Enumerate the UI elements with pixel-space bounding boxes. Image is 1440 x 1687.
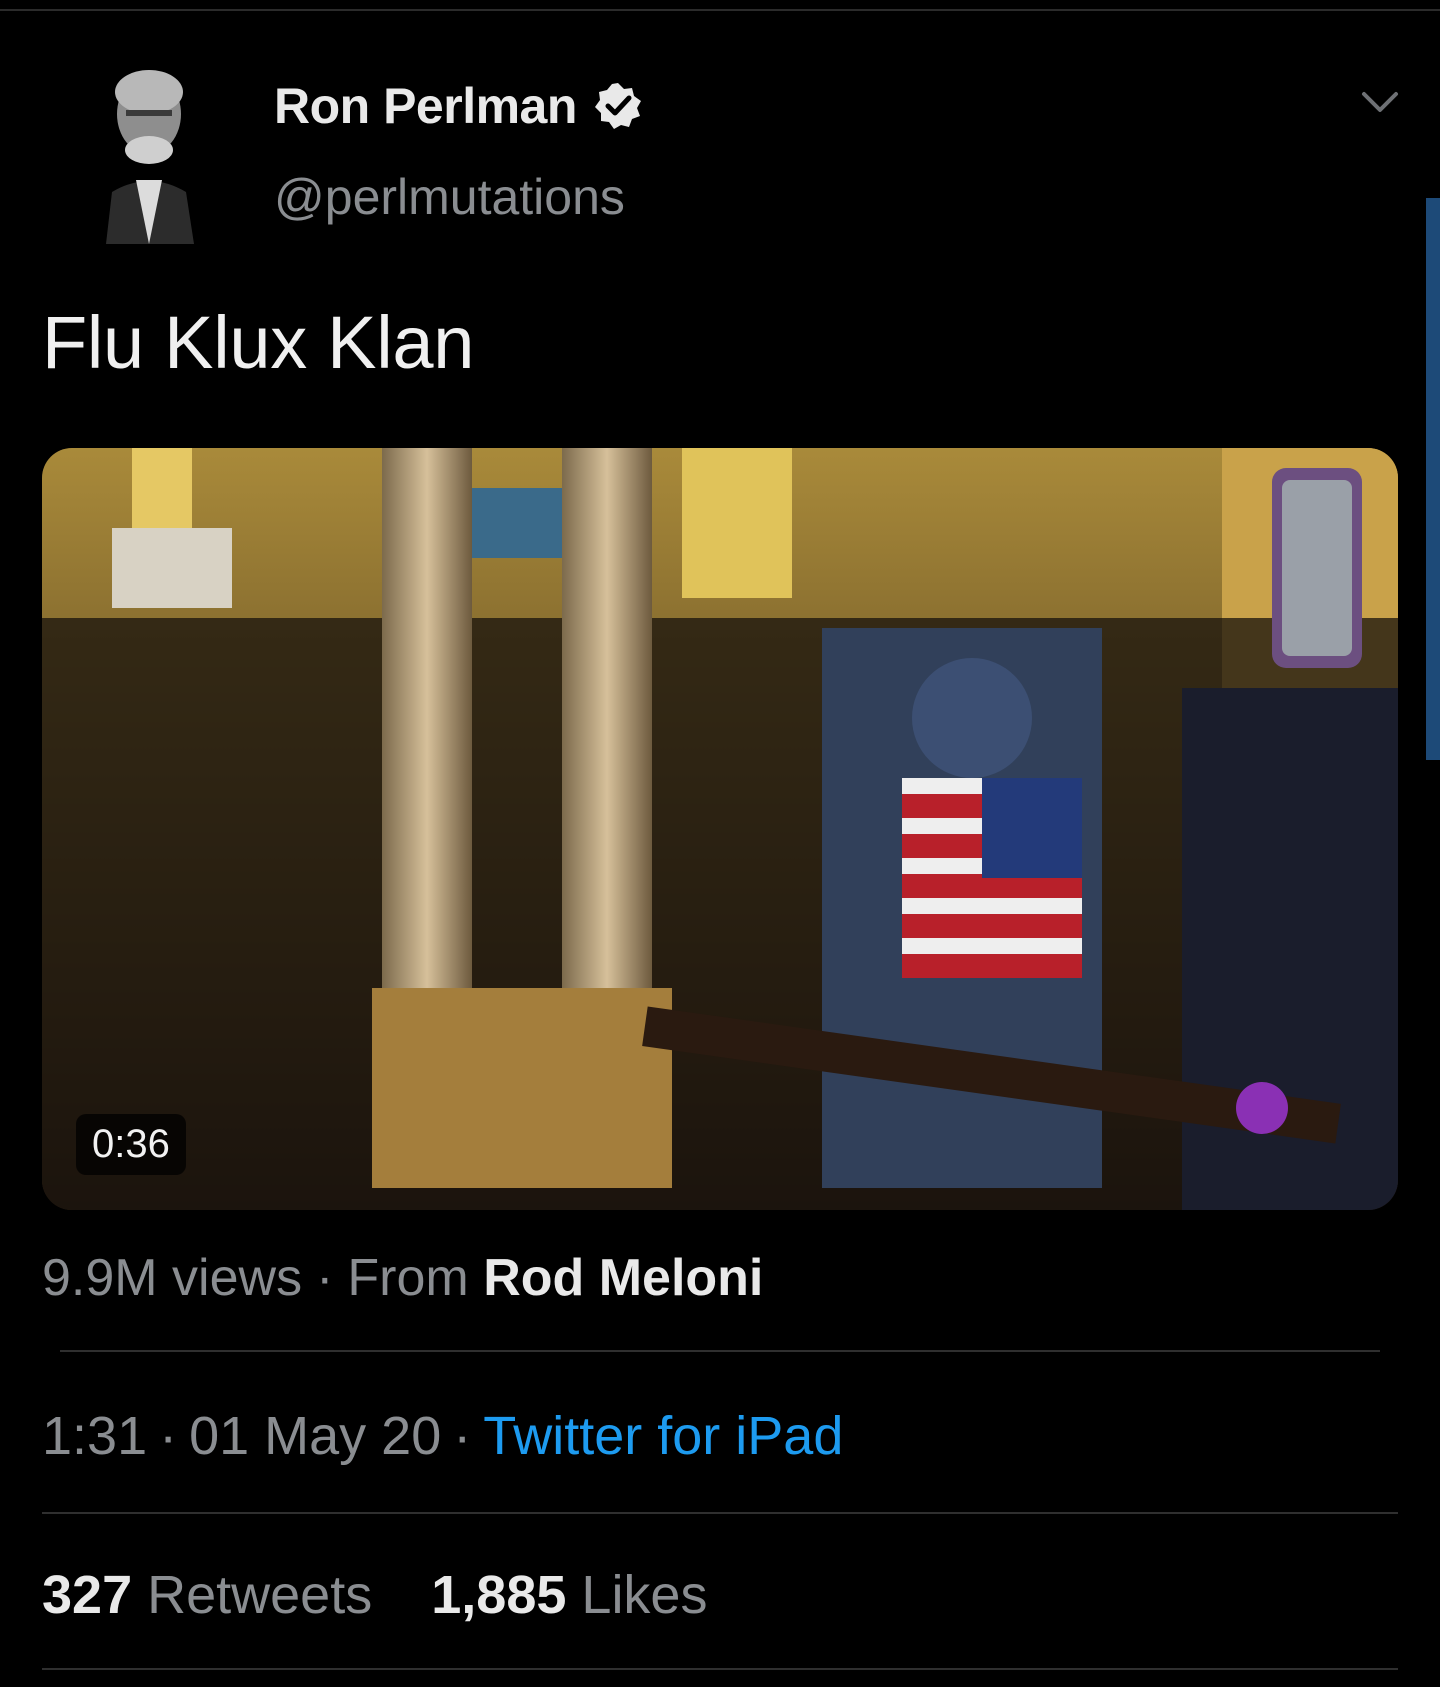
likes-label: Likes (581, 1565, 708, 1625)
divider (60, 1350, 1380, 1352)
tweet-timestamp-row: 1:31 · 01 May 20 · Twitter for iPad (42, 1405, 843, 1467)
author-name-row[interactable]: Ron Perlman (274, 76, 643, 136)
video-thumbnail (42, 448, 1398, 1210)
source-account-link[interactable]: Rod Meloni (483, 1249, 763, 1307)
source-prefix: From (347, 1249, 469, 1307)
chevron-down-icon[interactable] (1360, 88, 1400, 118)
tweet-date: 01 May 20 (189, 1406, 442, 1466)
author-display-name[interactable]: Ron Perlman (274, 77, 577, 135)
divider (42, 1668, 1398, 1670)
avatar[interactable] (96, 52, 202, 244)
video-player[interactable]: 0:36 (42, 448, 1398, 1210)
top-divider (0, 9, 1440, 11)
tweet-text: Flu Klux Klan (42, 301, 475, 384)
tweet-time: 1:31 (42, 1406, 148, 1466)
client-separator: · (453, 1406, 472, 1466)
meta-separator: · (316, 1249, 334, 1307)
view-count: 9.9M views (42, 1249, 303, 1307)
retweets-stat[interactable]: 327 Retweets (42, 1565, 372, 1625)
retweets-count: 327 (42, 1565, 133, 1625)
author-handle[interactable]: @perlmutations (274, 168, 625, 226)
likes-stat[interactable]: 1,885 Likes (431, 1565, 707, 1625)
engagement-stats: 327 Retweets 1,885 Likes (42, 1564, 707, 1626)
client-link[interactable]: Twitter for iPad (483, 1406, 843, 1466)
timestamp-separator: · (159, 1406, 178, 1466)
likes-count: 1,885 (431, 1565, 567, 1625)
divider (42, 1512, 1398, 1514)
video-meta: 9.9M views · From Rod Meloni (42, 1248, 763, 1308)
scrollbar-thumb[interactable] (1426, 198, 1440, 760)
verified-badge-icon (593, 81, 643, 131)
video-duration-badge: 0:36 (76, 1114, 186, 1175)
retweets-label: Retweets (147, 1565, 373, 1625)
